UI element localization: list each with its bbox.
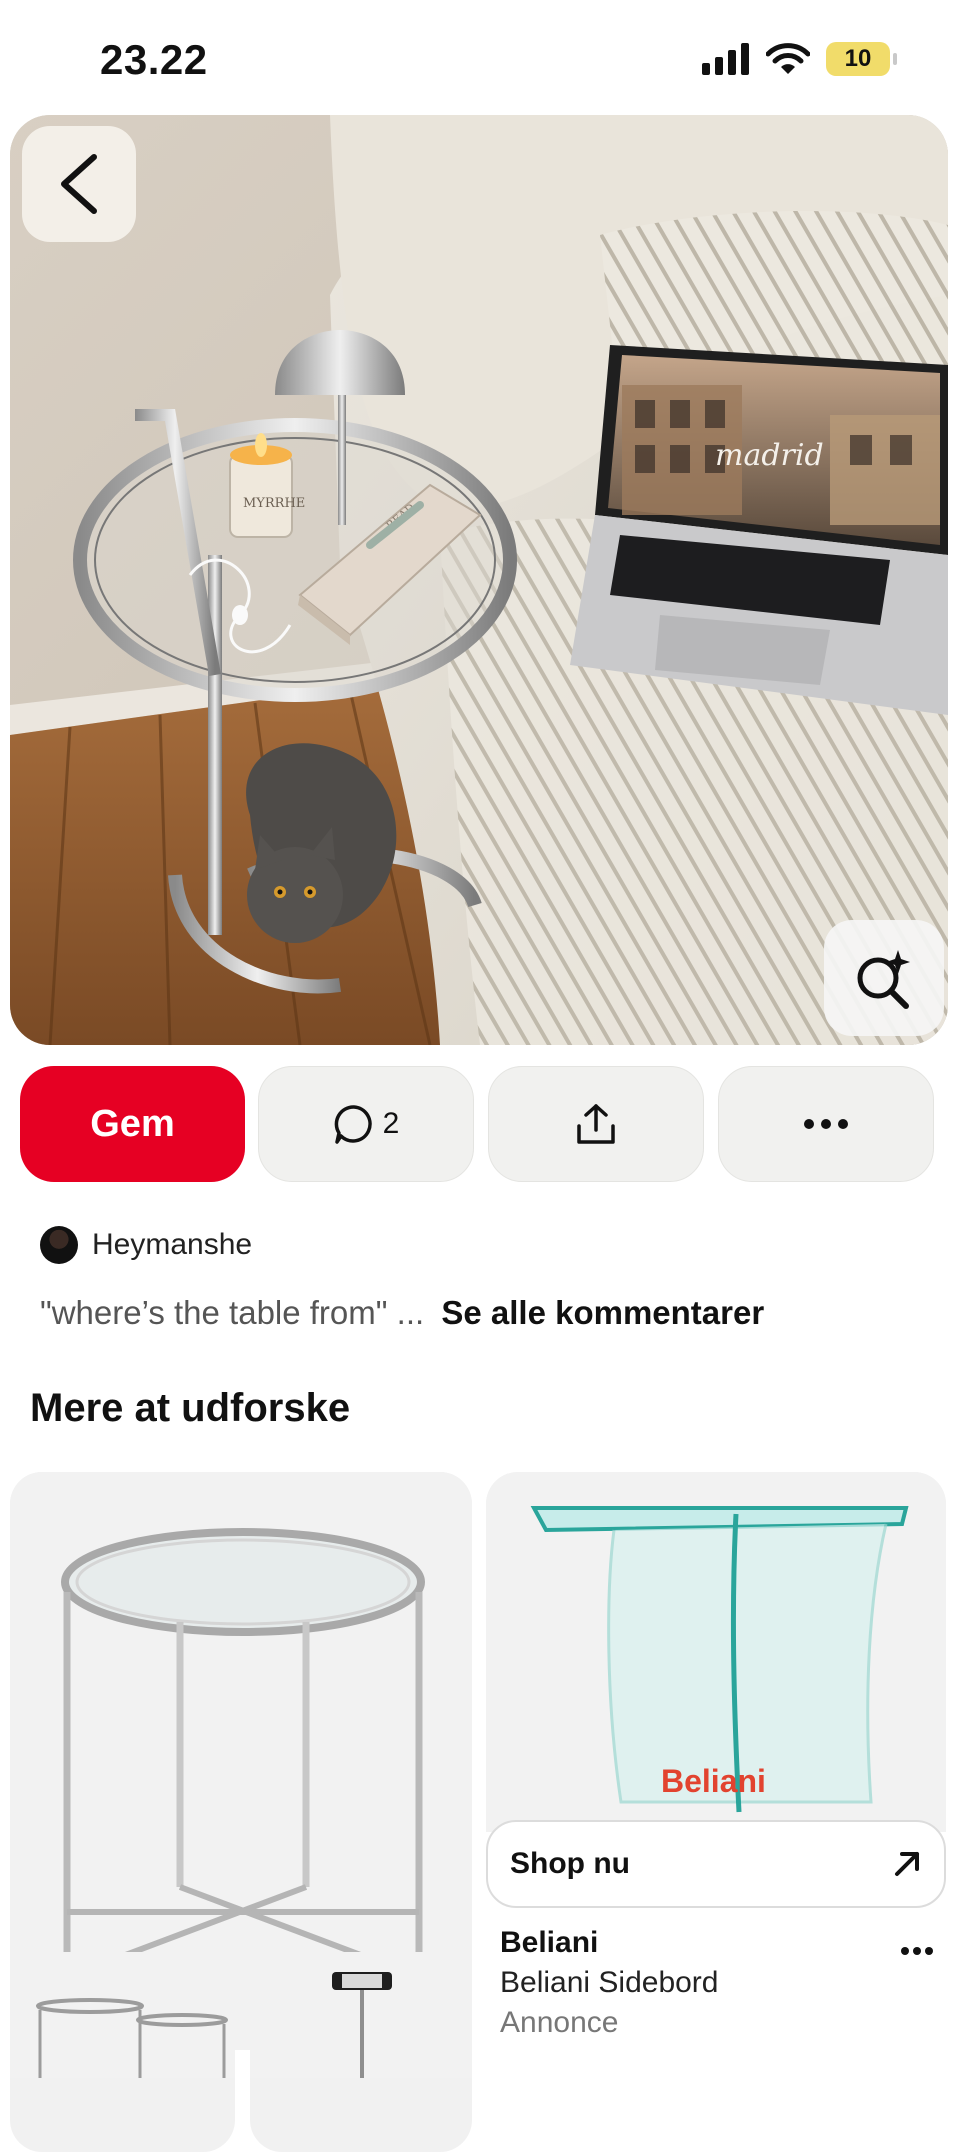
pin-more-options-button[interactable] [900, 1926, 934, 1965]
pin-image: Beliani [486, 1472, 946, 1832]
back-button[interactable] [22, 126, 136, 242]
comments-button[interactable]: 2 [258, 1066, 474, 1182]
shop-now-label: Shop nu [510, 1847, 630, 1880]
pin-card-floor-lamp[interactable] [250, 1952, 472, 2152]
save-button[interactable]: Gem [20, 1066, 245, 1182]
battery-level: 10 [844, 45, 872, 72]
pin-card-beliani-table[interactable]: Beliani [486, 1472, 946, 1832]
ellipsis-icon [804, 1119, 848, 1129]
comment-count: 2 [382, 1107, 400, 1140]
status-time: 23.22 [100, 36, 208, 83]
laptop-screen-text: madrid [715, 438, 824, 473]
ad-label: Annonce [500, 2006, 619, 2039]
wifi-icon [766, 43, 810, 74]
visual-search-button[interactable] [824, 920, 944, 1036]
ellipsis-icon [901, 1947, 933, 1955]
status-icons: 10 [702, 42, 897, 76]
lens-search-icon [857, 950, 910, 1009]
battery-icon: 10 [826, 42, 897, 76]
explore-section-title: Mere at udforske [30, 1386, 351, 1430]
pin-image [250, 1952, 472, 2078]
comment-bubble-icon [334, 1105, 372, 1144]
comment-preview[interactable]: "where’s the table from" ... Se alle kom… [40, 1294, 764, 1332]
cellular-signal-icon [702, 43, 749, 75]
chevron-left-icon [61, 154, 97, 214]
more-options-button[interactable] [718, 1066, 934, 1182]
comment-text: "where’s the table from" ... [40, 1294, 425, 1331]
comment-author[interactable]: Heymanshe [40, 1226, 252, 1264]
comment-author-name[interactable]: Heymanshe [92, 1228, 252, 1262]
advertiser-name[interactable]: Beliani [500, 1926, 598, 1960]
pin-photo: madrid MYRRHE READ [10, 115, 948, 1045]
avatar[interactable] [40, 1226, 78, 1264]
pin-card-nesting-tables[interactable] [10, 1952, 235, 2152]
pin-image[interactable]: madrid MYRRHE READ [10, 115, 948, 1045]
product-title[interactable]: Beliani Sidebord [500, 1966, 718, 2000]
candle-label: MYRRHE [243, 496, 305, 511]
shop-now-button[interactable]: Shop nu [486, 1820, 946, 1908]
see-all-comments-link[interactable]: Se alle kommentarer [441, 1294, 764, 1331]
arrow-up-right-icon [895, 1852, 919, 1876]
beliani-logo: Beliani [661, 1763, 766, 1799]
share-upload-icon [577, 1104, 615, 1144]
share-button[interactable] [488, 1066, 704, 1182]
pin-image [10, 1952, 235, 2078]
